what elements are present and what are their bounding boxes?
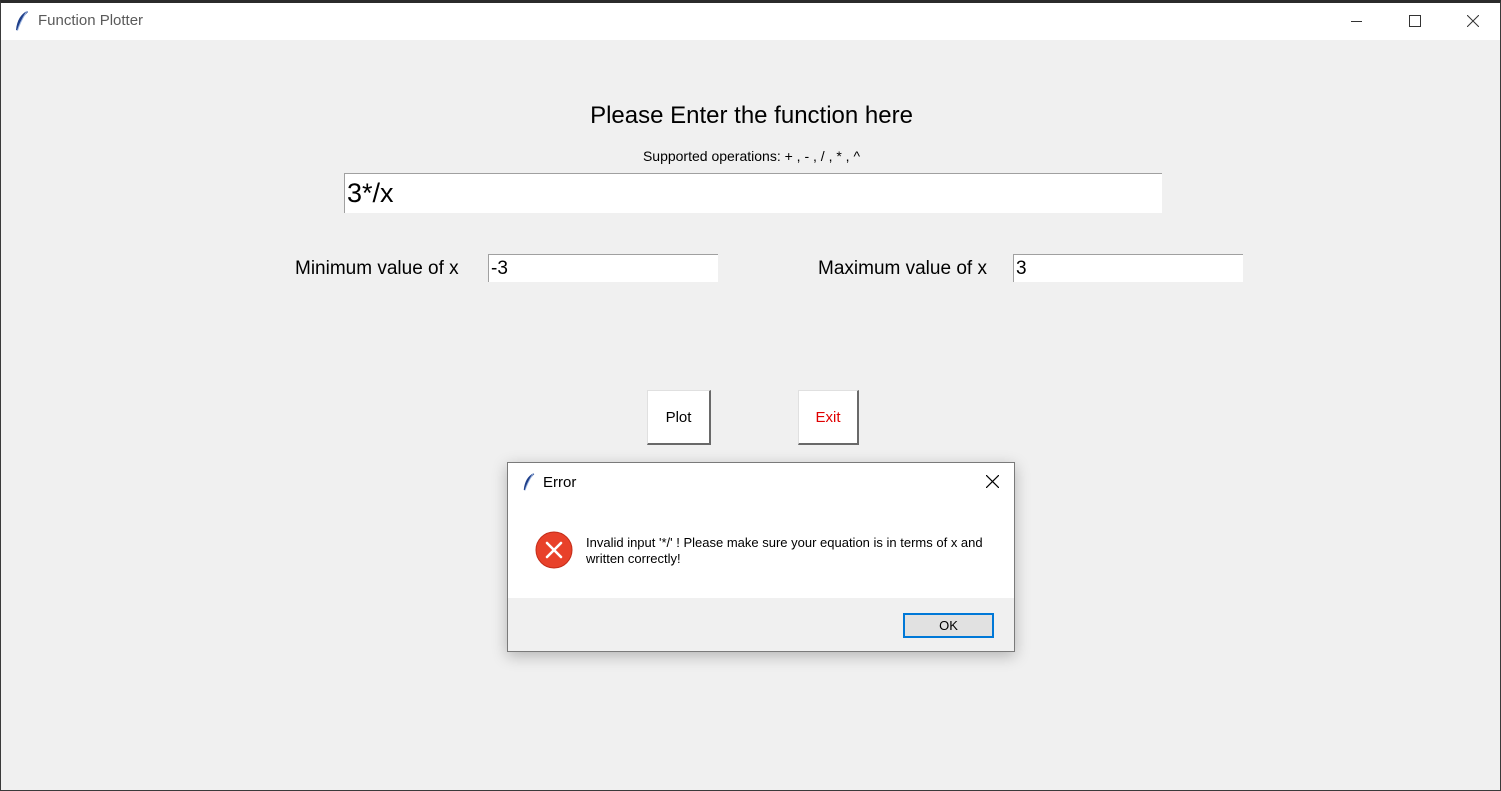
minimize-button[interactable] (1328, 3, 1386, 40)
ok-button[interactable]: OK (903, 613, 994, 638)
maximize-icon (1409, 15, 1421, 27)
close-icon (1467, 15, 1479, 27)
dialog-footer: OK (508, 598, 1014, 651)
minimize-icon (1351, 21, 1362, 22)
plot-button[interactable]: Plot (647, 390, 711, 445)
feather-icon (522, 472, 536, 497)
feather-icon (14, 10, 30, 32)
close-window-button[interactable] (1444, 3, 1501, 40)
error-dialog: Error Invalid input '*/' ! Please make s… (507, 462, 1015, 652)
min-x-label: Minimum value of x (295, 258, 459, 279)
supported-operations-label: Supported operations: + , - , / , * , ^ (642, 148, 861, 164)
window-titlebar[interactable]: Function Plotter (1, 3, 1500, 40)
error-icon (535, 531, 573, 574)
dialog-titlebar[interactable]: Error (508, 463, 1014, 501)
function-plotter-window: Function Plotter Please Enter the functi… (0, 0, 1501, 791)
dialog-close-button[interactable] (978, 469, 1008, 495)
dialog-title: Error (543, 474, 577, 491)
maximize-button[interactable] (1386, 3, 1444, 40)
page-heading: Please Enter the function here (590, 102, 913, 129)
close-icon (986, 475, 999, 488)
function-input[interactable] (344, 173, 1162, 213)
max-x-input[interactable] (1013, 254, 1243, 282)
exit-button[interactable]: Exit (798, 390, 859, 445)
min-x-input[interactable] (488, 254, 718, 282)
window-title: Function Plotter (38, 12, 144, 29)
max-x-label: Maximum value of x (818, 258, 987, 279)
error-message: Invalid input '*/' ! Please make sure yo… (586, 535, 983, 566)
